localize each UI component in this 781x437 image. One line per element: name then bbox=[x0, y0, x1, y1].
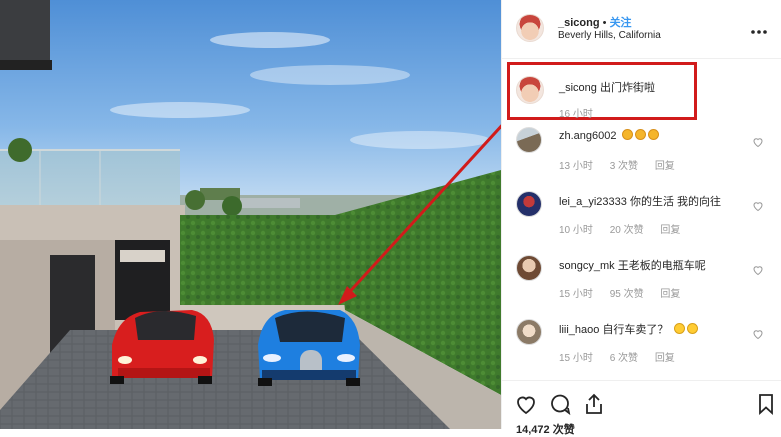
blue-car bbox=[258, 310, 360, 386]
comment-item: liii_haoo 自行车卖了？ 15 小时 6 次赞 回复 bbox=[502, 314, 781, 376]
reply-button[interactable]: 回复 bbox=[660, 225, 680, 236]
driveway-scene bbox=[0, 0, 501, 429]
comment-likes[interactable]: 6 次赞 bbox=[610, 353, 638, 364]
comment-item: zh.ang6002 13 小时 3 次赞 回复 bbox=[502, 122, 781, 184]
header-username[interactable]: _sicong bbox=[558, 17, 600, 29]
caption-time: 16 小时 bbox=[559, 109, 593, 120]
comment-item: lei_a_yi23333 你的生活 我的向往 10 小时 20 次赞 回复 bbox=[502, 186, 781, 248]
action-bar: 14,472 次赞 bbox=[502, 380, 781, 436]
comment-time: 15 小时 bbox=[559, 289, 593, 300]
reply-button[interactable]: 回复 bbox=[660, 289, 680, 300]
comment-username[interactable]: liii_haoo bbox=[559, 324, 599, 336]
follow-button[interactable]: 关注 bbox=[610, 17, 632, 29]
avatar[interactable] bbox=[516, 14, 544, 42]
more-icon[interactable] bbox=[750, 22, 768, 34]
comment-likes[interactable]: 3 次赞 bbox=[610, 161, 638, 172]
post-sidebar: _sicong • 关注 Beverly Hills, California _… bbox=[501, 0, 781, 436]
red-car bbox=[110, 310, 214, 384]
comment-heart-icon[interactable] bbox=[752, 136, 764, 148]
avatar[interactable] bbox=[516, 76, 544, 104]
comment-username[interactable]: zh.ang6002 bbox=[559, 130, 617, 142]
comment-time: 13 小时 bbox=[559, 161, 593, 172]
comment-text: 自行车卖了？ bbox=[602, 324, 669, 336]
reply-button[interactable]: 回复 bbox=[655, 353, 675, 364]
laughing-emoji-icon bbox=[672, 323, 698, 336]
clap-emoji-icon bbox=[620, 129, 659, 142]
share-icon[interactable] bbox=[582, 392, 606, 416]
location-link[interactable]: Beverly Hills, California bbox=[558, 30, 661, 41]
header-separator: • bbox=[602, 17, 607, 29]
caption-row: _sicong 出门炸街啦 16 小时 bbox=[502, 60, 781, 120]
comment-heart-icon[interactable] bbox=[752, 264, 764, 276]
comment-heart-icon[interactable] bbox=[752, 328, 764, 340]
comment-heart-icon[interactable] bbox=[752, 200, 764, 212]
comment-text: 你的生活 我的向往 bbox=[629, 196, 722, 208]
caption-username[interactable]: _sicong bbox=[559, 82, 597, 94]
comment-item: songcy_mk 王老板的电瓶车呢 15 小时 95 次赞 回复 bbox=[502, 250, 781, 312]
avatar[interactable] bbox=[516, 319, 542, 345]
comment-time: 10 小时 bbox=[559, 225, 593, 236]
comment-likes[interactable]: 20 次赞 bbox=[610, 225, 644, 236]
post-photo bbox=[0, 0, 501, 429]
avatar[interactable] bbox=[516, 127, 542, 153]
bookmark-icon[interactable] bbox=[754, 392, 778, 416]
avatar[interactable] bbox=[516, 255, 542, 281]
comment-icon[interactable] bbox=[548, 392, 572, 416]
avatar[interactable] bbox=[516, 191, 542, 217]
caption-text: 出门炸街啦 bbox=[599, 82, 655, 94]
post-header: _sicong • 关注 Beverly Hills, California bbox=[502, 0, 781, 59]
heart-icon[interactable] bbox=[514, 392, 538, 416]
comment-time: 15 小时 bbox=[559, 353, 593, 364]
reply-button[interactable]: 回复 bbox=[655, 161, 675, 172]
comment-username[interactable]: lei_a_yi23333 bbox=[559, 196, 627, 208]
likes-count[interactable]: 14,472 次赞 bbox=[516, 421, 575, 437]
comment-likes[interactable]: 95 次赞 bbox=[610, 289, 644, 300]
comment-username[interactable]: songcy_mk bbox=[559, 260, 615, 272]
comment-text: 王老板的电瓶车呢 bbox=[617, 260, 706, 272]
